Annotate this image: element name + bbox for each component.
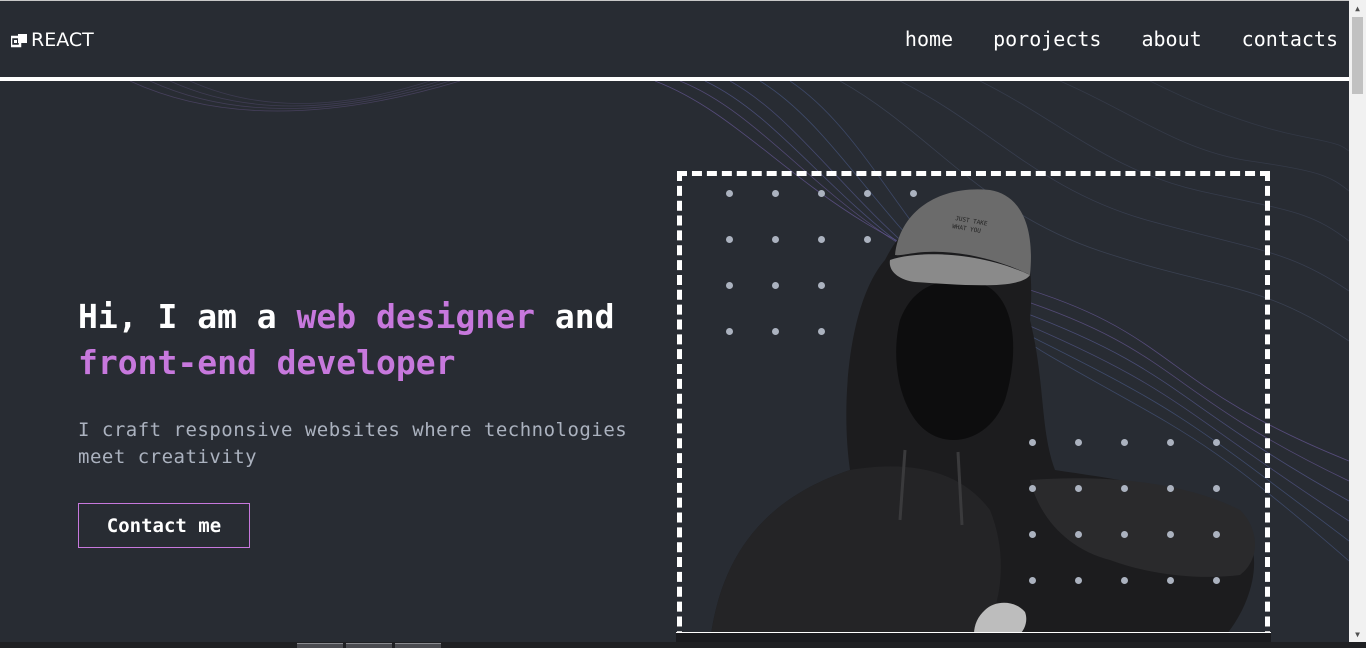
dot <box>1213 577 1220 584</box>
hero-image-frame-bottom <box>676 632 1271 642</box>
logo-icon <box>9 32 28 49</box>
main-nav: home porojects about contacts <box>905 27 1338 51</box>
vertical-scrollbar[interactable]: ▲ ▼ <box>1349 0 1366 642</box>
scroll-thumb[interactable] <box>1352 17 1363 94</box>
bottom-bar <box>0 642 1366 648</box>
page: REACT home porojects about contacts Hi, … <box>0 0 1349 642</box>
dot <box>1121 531 1128 538</box>
taskbar-item[interactable] <box>395 643 441 648</box>
dot <box>1029 531 1036 538</box>
hero-title-accent1: web designer <box>296 297 535 336</box>
nav-link-projects[interactable]: porojects <box>993 27 1101 51</box>
dot <box>1029 577 1036 584</box>
logo-text: REACT <box>31 29 94 51</box>
site-header: REACT home porojects about contacts <box>0 1 1349 77</box>
contact-me-button[interactable]: Contact me <box>78 503 250 548</box>
taskbar-item[interactable] <box>346 643 392 648</box>
dot <box>1121 577 1128 584</box>
header-divider <box>0 77 1349 81</box>
dot <box>1167 577 1174 584</box>
dot <box>1075 485 1082 492</box>
dot <box>1213 531 1220 538</box>
nav-link-home[interactable]: home <box>905 27 953 51</box>
hero-title: Hi, I am a web designer and front-end de… <box>78 294 668 386</box>
dot <box>1075 577 1082 584</box>
nav-link-about[interactable]: about <box>1141 27 1201 51</box>
nav-link-contacts[interactable]: contacts <box>1242 27 1338 51</box>
scroll-down-arrow-icon[interactable]: ▼ <box>1349 626 1366 642</box>
dot <box>1075 531 1082 538</box>
dot <box>1075 439 1082 446</box>
scroll-up-arrow-icon[interactable]: ▲ <box>1349 0 1366 16</box>
dot <box>1167 439 1174 446</box>
hero-subtitle: I craft responsive websites where techno… <box>78 419 628 468</box>
dot <box>1121 485 1128 492</box>
dot <box>1213 439 1220 446</box>
dot <box>1167 531 1174 538</box>
dot <box>1167 485 1174 492</box>
logo[interactable]: REACT <box>9 29 94 51</box>
hero-person-image: JUST TAKE WHAT YOU <box>710 189 1255 642</box>
dot <box>1121 439 1128 446</box>
taskbar-item[interactable] <box>297 643 343 648</box>
dot <box>1029 439 1036 446</box>
hero-title-accent2: front-end developer <box>78 343 456 382</box>
dot <box>1029 485 1036 492</box>
hero-title-part2: and <box>534 297 615 336</box>
dot <box>1213 485 1220 492</box>
hero-title-part1: Hi, I am a <box>78 297 297 336</box>
